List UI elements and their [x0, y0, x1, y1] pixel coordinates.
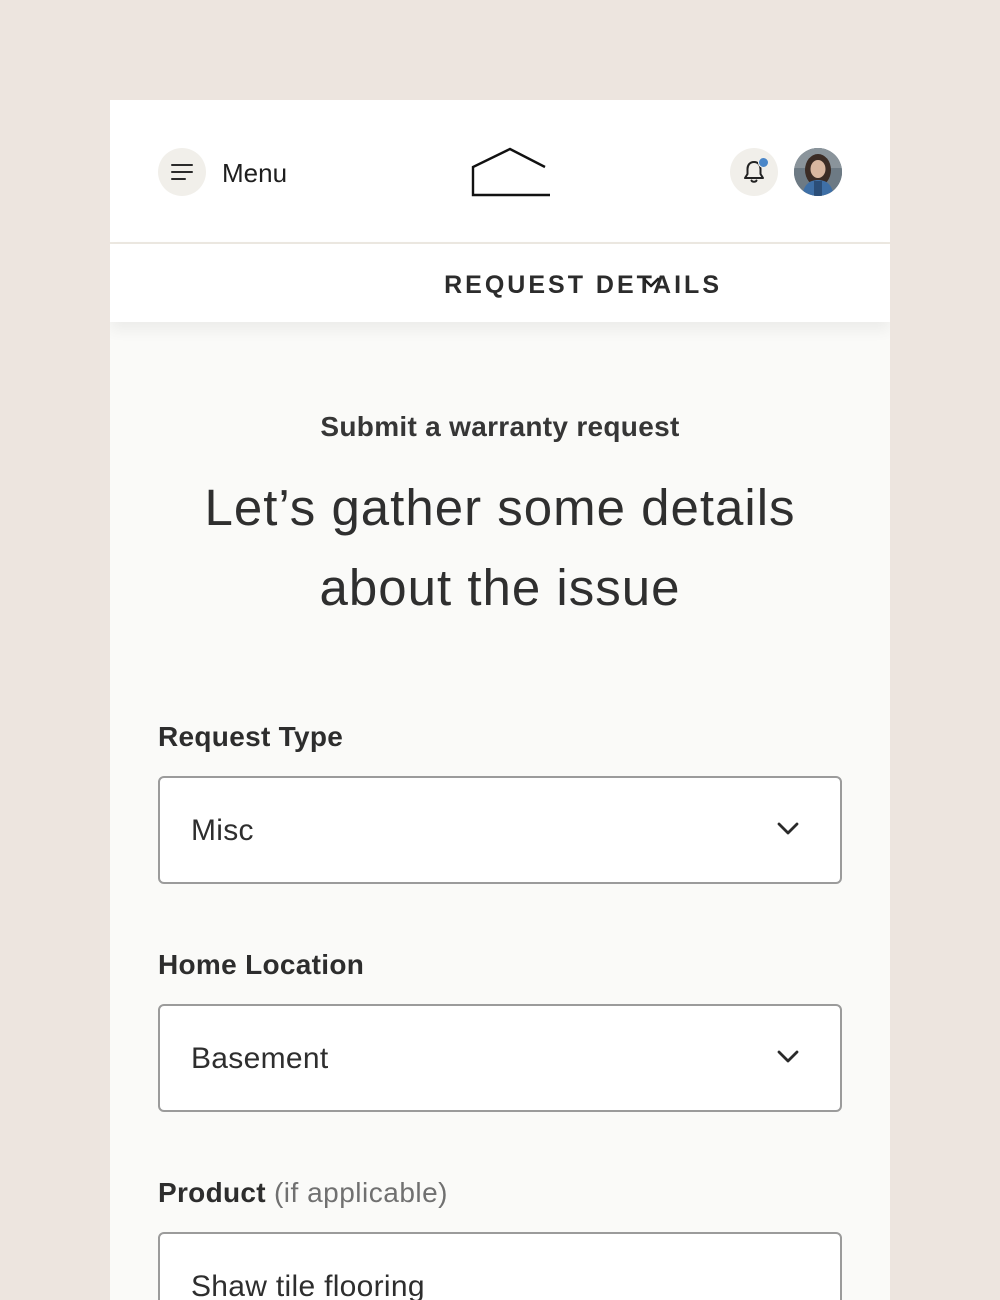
- home-location-label: Home Location: [158, 949, 365, 980]
- top-bar: Menu: [110, 100, 890, 244]
- notifications-button[interactable]: [730, 148, 778, 196]
- request-type-label: Request Type: [158, 721, 344, 752]
- menu-button[interactable]: [158, 148, 206, 196]
- hamburger-icon: [171, 164, 193, 180]
- house-logo-icon[interactable]: [471, 147, 551, 202]
- page-heading: Let’s gather some details about the issu…: [150, 468, 850, 628]
- product-label: Product (if applicable): [158, 1176, 448, 1210]
- request-type-select[interactable]: Misc: [158, 776, 842, 884]
- product-input[interactable]: Shaw tile flooring: [158, 1232, 842, 1300]
- chevron-down-icon: [642, 277, 660, 288]
- product-value: Shaw tile flooring: [191, 1270, 425, 1300]
- chevron-down-icon: [777, 822, 799, 835]
- product-label-hint: (if applicable): [273, 1177, 449, 1208]
- heading-line-2: about the issue: [319, 559, 681, 616]
- request-type-value: Misc: [191, 814, 254, 847]
- request-details-toggle[interactable]: REQUEST DETAILS: [110, 244, 890, 322]
- subnav-title: REQUEST DETAILS: [444, 271, 722, 299]
- chevron-down-icon: [777, 1050, 799, 1063]
- form-eyebrow: Submit a warranty request: [320, 411, 680, 442]
- notification-dot: [758, 157, 769, 168]
- product-label-text: Product: [158, 1177, 266, 1208]
- home-location-value: Basement: [191, 1042, 329, 1075]
- app-screen: Menu REQUEST DETAILS Submit a warranty r…: [110, 100, 890, 1300]
- home-location-select[interactable]: Basement: [158, 1004, 842, 1112]
- user-avatar[interactable]: [794, 148, 842, 196]
- heading-line-1: Let’s gather some details: [204, 479, 796, 536]
- menu-label[interactable]: Menu: [222, 158, 287, 188]
